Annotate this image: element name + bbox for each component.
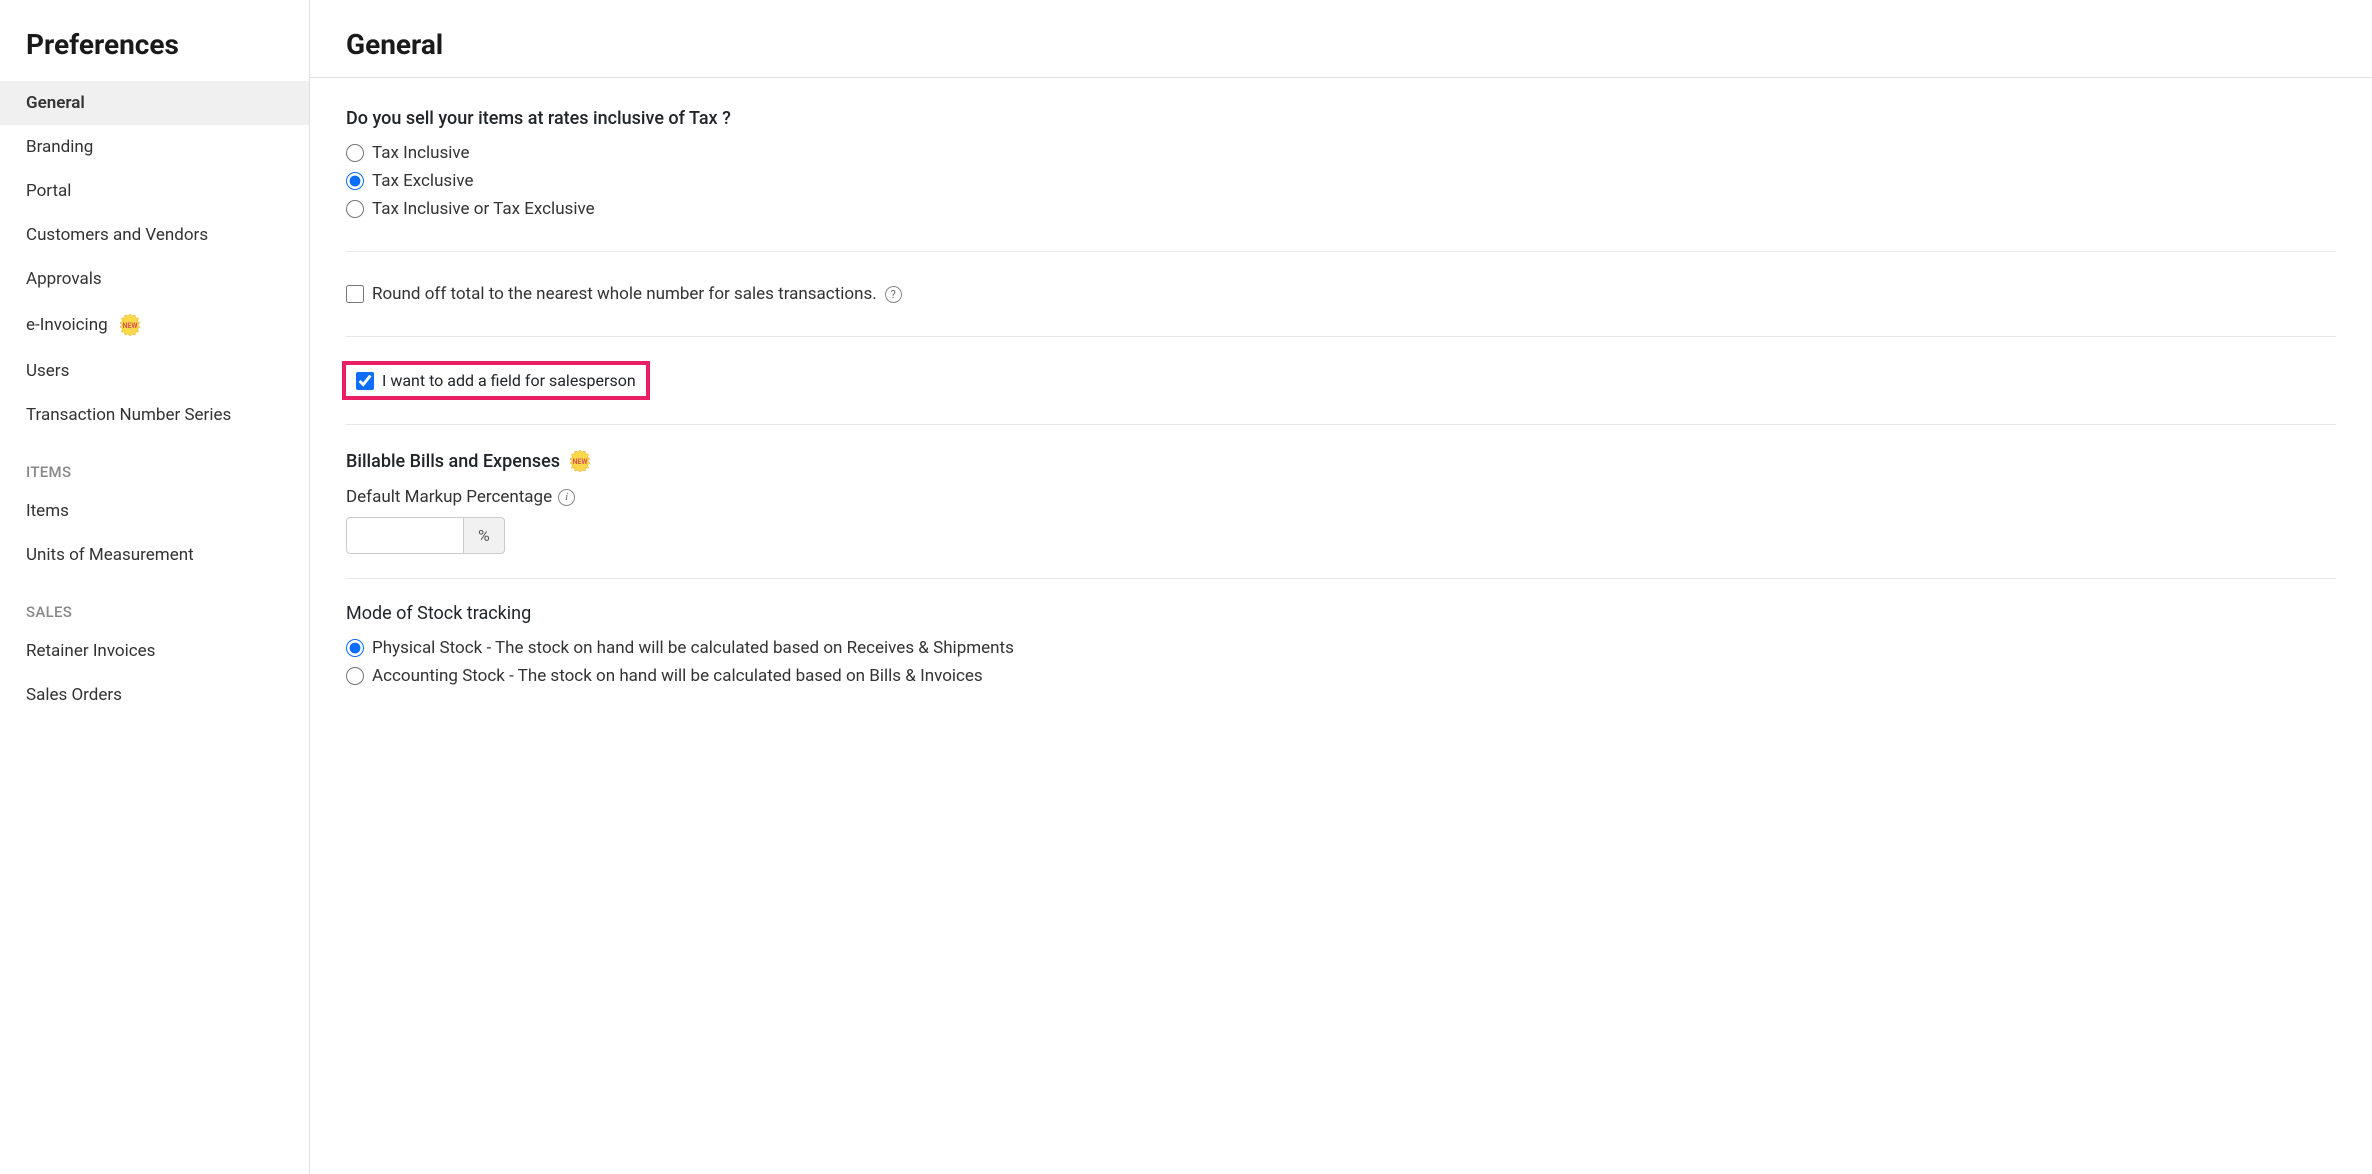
preferences-sidebar: Preferences General Branding Portal Cust… xyxy=(0,0,310,1174)
tax-question: Do you sell your items at rates inclusiv… xyxy=(346,108,2336,129)
main-panel: General Do you sell your items at rates … xyxy=(310,0,2372,1174)
new-badge-icon: NEW xyxy=(118,313,142,337)
stock-heading: Mode of Stock tracking xyxy=(346,603,2336,624)
stock-physical-label: Physical Stock - The stock on hand will … xyxy=(372,638,1014,658)
sidebar-label: Approvals xyxy=(26,269,102,289)
stock-physical-radio[interactable] xyxy=(346,639,364,657)
salesperson-highlight: I want to add a field for salesperson xyxy=(342,361,650,400)
main-header: General xyxy=(310,0,2372,78)
sidebar-item-approvals[interactable]: Approvals xyxy=(0,257,309,301)
roundoff-section: Round off total to the nearest whole num… xyxy=(346,252,2336,337)
tax-both-radio[interactable] xyxy=(346,200,364,218)
sidebar-label: Items xyxy=(26,501,69,521)
info-icon[interactable]: i xyxy=(558,489,575,506)
markup-suffix: % xyxy=(464,517,505,554)
svg-text:NEW: NEW xyxy=(122,322,138,330)
sidebar-label: Retainer Invoices xyxy=(26,641,155,661)
tax-exclusive-radio[interactable] xyxy=(346,172,364,190)
markup-input-group: % xyxy=(346,517,2336,554)
sidebar-label: Sales Orders xyxy=(26,685,122,705)
svg-text:NEW: NEW xyxy=(573,458,589,466)
new-badge-icon: NEW xyxy=(568,449,592,473)
content-area: Do you sell your items at rates inclusiv… xyxy=(310,78,2372,748)
sidebar-item-items[interactable]: Items xyxy=(0,489,309,533)
billable-section: Billable Bills and Expenses NEW Default … xyxy=(346,425,2336,579)
sidebar-item-uom[interactable]: Units of Measurement xyxy=(0,533,309,577)
stock-physical-row[interactable]: Physical Stock - The stock on hand will … xyxy=(346,638,2336,658)
salesperson-label: I want to add a field for salesperson xyxy=(382,371,636,390)
sidebar-label: General xyxy=(26,93,85,113)
billable-heading-text: Billable Bills and Expenses xyxy=(346,451,560,472)
roundoff-row[interactable]: Round off total to the nearest whole num… xyxy=(346,284,2336,304)
stock-section: Mode of Stock tracking Physical Stock - … xyxy=(346,579,2336,718)
help-icon[interactable]: ? xyxy=(885,286,902,303)
tax-inclusive-label: Tax Inclusive xyxy=(372,143,470,163)
sidebar-group-sales: SALES xyxy=(0,577,309,629)
sidebar-item-customers-vendors[interactable]: Customers and Vendors xyxy=(0,213,309,257)
sidebar-item-einvoicing[interactable]: e-Invoicing NEW xyxy=(0,301,309,349)
sidebar-title: Preferences xyxy=(0,0,309,81)
sidebar-item-general[interactable]: General xyxy=(0,81,309,125)
sidebar-item-retainer-invoices[interactable]: Retainer Invoices xyxy=(0,629,309,673)
markup-label: Default Markup Percentage xyxy=(346,487,552,507)
sidebar-label: Units of Measurement xyxy=(26,545,194,565)
salesperson-checkbox[interactable] xyxy=(356,372,374,390)
page-title: General xyxy=(346,28,2336,61)
tax-option-inclusive-row[interactable]: Tax Inclusive xyxy=(346,143,2336,163)
sidebar-group-items: ITEMS xyxy=(0,437,309,489)
tax-option-exclusive-row[interactable]: Tax Exclusive xyxy=(346,171,2336,191)
sidebar-item-transaction-series[interactable]: Transaction Number Series xyxy=(0,393,309,437)
roundoff-checkbox[interactable] xyxy=(346,285,364,303)
sidebar-item-branding[interactable]: Branding xyxy=(0,125,309,169)
sidebar-item-users[interactable]: Users xyxy=(0,349,309,393)
stock-accounting-label: Accounting Stock - The stock on hand wil… xyxy=(372,666,983,686)
tax-option-both-row[interactable]: Tax Inclusive or Tax Exclusive xyxy=(346,199,2336,219)
stock-accounting-radio[interactable] xyxy=(346,667,364,685)
markup-input[interactable] xyxy=(346,517,464,554)
roundoff-label: Round off total to the nearest whole num… xyxy=(372,284,877,304)
billable-heading: Billable Bills and Expenses NEW xyxy=(346,449,2336,473)
salesperson-section: I want to add a field for salesperson xyxy=(346,337,2336,425)
sidebar-label: e-Invoicing xyxy=(26,315,108,335)
tax-rate-section: Do you sell your items at rates inclusiv… xyxy=(346,78,2336,252)
stock-accounting-row[interactable]: Accounting Stock - The stock on hand wil… xyxy=(346,666,2336,686)
sidebar-label: Customers and Vendors xyxy=(26,225,208,245)
tax-inclusive-radio[interactable] xyxy=(346,144,364,162)
tax-both-label: Tax Inclusive or Tax Exclusive xyxy=(372,199,595,219)
sidebar-label: Users xyxy=(26,361,69,381)
sidebar-label: Transaction Number Series xyxy=(26,405,231,425)
sidebar-item-sales-orders[interactable]: Sales Orders xyxy=(0,673,309,717)
sidebar-item-portal[interactable]: Portal xyxy=(0,169,309,213)
sidebar-label: Branding xyxy=(26,137,93,157)
tax-exclusive-label: Tax Exclusive xyxy=(372,171,474,191)
markup-label-row: Default Markup Percentage i xyxy=(346,487,2336,507)
sidebar-label: Portal xyxy=(26,181,71,201)
